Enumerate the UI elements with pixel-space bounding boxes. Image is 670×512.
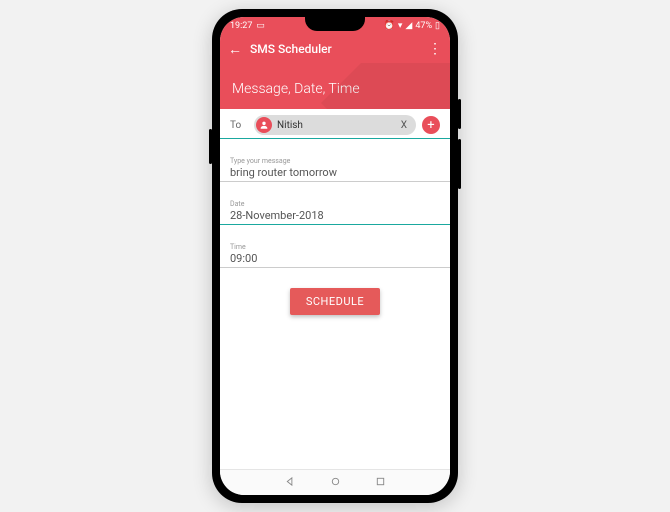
- person-icon: [256, 117, 272, 133]
- signal-icon: ◢: [405, 21, 412, 31]
- phone-frame: 19:27 ▭ ⏰ ▾ ◢ 47% ▯ ← SMS Scheduler ⋮ Me…: [212, 9, 458, 503]
- battery-icon: ▯: [435, 21, 440, 31]
- wifi-icon: ▾: [398, 21, 403, 31]
- navigation-bar: [220, 469, 450, 495]
- date-input[interactable]: 28-November-2018: [230, 209, 440, 222]
- screen: 19:27 ▭ ⏰ ▾ ◢ 47% ▯ ← SMS Scheduler ⋮ Me…: [220, 17, 450, 495]
- to-label: To: [230, 120, 248, 131]
- clock-text: 19:27: [230, 21, 252, 31]
- app-title: SMS Scheduler: [250, 42, 332, 56]
- message-label: Type your message: [230, 157, 440, 165]
- app-bar: ← SMS Scheduler ⋮: [220, 35, 450, 63]
- nav-home-icon[interactable]: [330, 476, 341, 490]
- more-icon[interactable]: ⋮: [428, 41, 442, 57]
- alarm-icon: ⏰: [384, 21, 395, 31]
- date-label: Date: [230, 200, 440, 208]
- add-recipient-button[interactable]: +: [422, 116, 440, 134]
- remove-recipient-button[interactable]: X: [398, 120, 410, 131]
- date-field[interactable]: Date 28-November-2018: [220, 188, 450, 225]
- recipient-field[interactable]: To Nitish X +: [220, 109, 450, 139]
- time-field[interactable]: Time 09:00: [220, 231, 450, 268]
- nav-back-icon[interactable]: [285, 476, 296, 490]
- battery-text: 47%: [415, 21, 432, 31]
- message-field[interactable]: Type your message bring router tomorrow: [220, 145, 450, 182]
- nav-recent-icon[interactable]: [375, 476, 386, 490]
- back-icon[interactable]: ←: [228, 41, 242, 58]
- time-input[interactable]: 09:00: [230, 252, 440, 265]
- page-title: Message, Date, Time: [232, 81, 360, 97]
- recipient-name: Nitish: [277, 120, 303, 131]
- notification-icon: ▭: [256, 21, 265, 31]
- schedule-button[interactable]: SCHEDULE: [290, 288, 380, 315]
- status-bar: 19:27 ▭ ⏰ ▾ ◢ 47% ▯: [220, 17, 450, 35]
- message-input[interactable]: bring router tomorrow: [230, 166, 440, 179]
- page-header: Message, Date, Time: [220, 63, 450, 109]
- time-label: Time: [230, 243, 440, 251]
- recipient-chip[interactable]: Nitish X: [254, 115, 416, 135]
